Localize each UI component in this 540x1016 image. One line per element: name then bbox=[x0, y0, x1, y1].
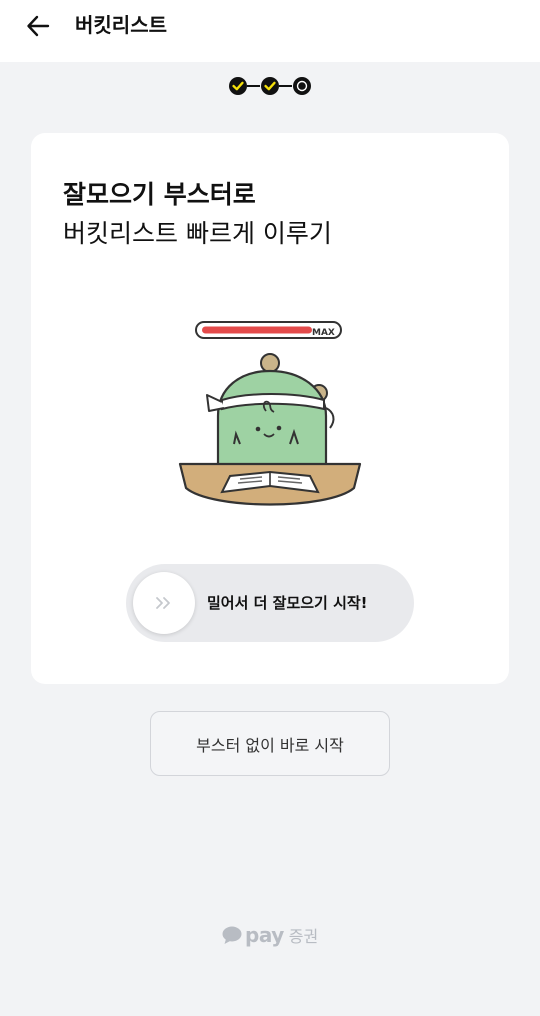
step-3-current bbox=[293, 77, 311, 95]
kakaopay-securities-logo: pay 증권 bbox=[222, 921, 318, 949]
footer-suffix: 증권 bbox=[288, 927, 319, 946]
back-button[interactable] bbox=[18, 9, 58, 43]
arrow-left-icon bbox=[27, 15, 50, 37]
step-2-completed bbox=[261, 77, 279, 95]
slider-label: 밀어서 더 잘모으기 시작! bbox=[207, 594, 368, 612]
slider-knob[interactable] bbox=[133, 572, 195, 634]
page-title: 버킷리스트 bbox=[75, 13, 167, 37]
gauge-max-label: MAX bbox=[312, 328, 335, 338]
card-title-line-1: 잘모으기 부스터로 bbox=[63, 180, 256, 209]
card-title: 잘모으기 부스터로 버킷리스트 빠르게 이루기 bbox=[63, 175, 332, 253]
step-indicator bbox=[228, 75, 314, 97]
step-1-completed bbox=[229, 77, 247, 95]
footer-brand: pay bbox=[245, 923, 284, 947]
booster-illustration: MAX bbox=[178, 316, 362, 511]
start-without-booster-button[interactable]: 부스터 없이 바로 시작 bbox=[150, 711, 390, 776]
card-title-line-2: 버킷리스트 빠르게 이루기 bbox=[63, 219, 332, 248]
character bbox=[206, 353, 335, 468]
top-app-bar: 버킷리스트 bbox=[0, 0, 540, 62]
double-chevron-right-icon bbox=[156, 597, 170, 609]
swipe-to-start-slider[interactable]: 밀어서 더 잘모으기 시작! bbox=[126, 564, 414, 642]
speech-bubble-icon bbox=[222, 926, 242, 944]
max-gauge: MAX bbox=[195, 321, 342, 339]
booster-card: 잘모으기 부스터로 버킷리스트 빠르게 이루기 MAX 밀어서 더 잘모으기 시… bbox=[31, 133, 509, 684]
desk bbox=[178, 462, 362, 506]
